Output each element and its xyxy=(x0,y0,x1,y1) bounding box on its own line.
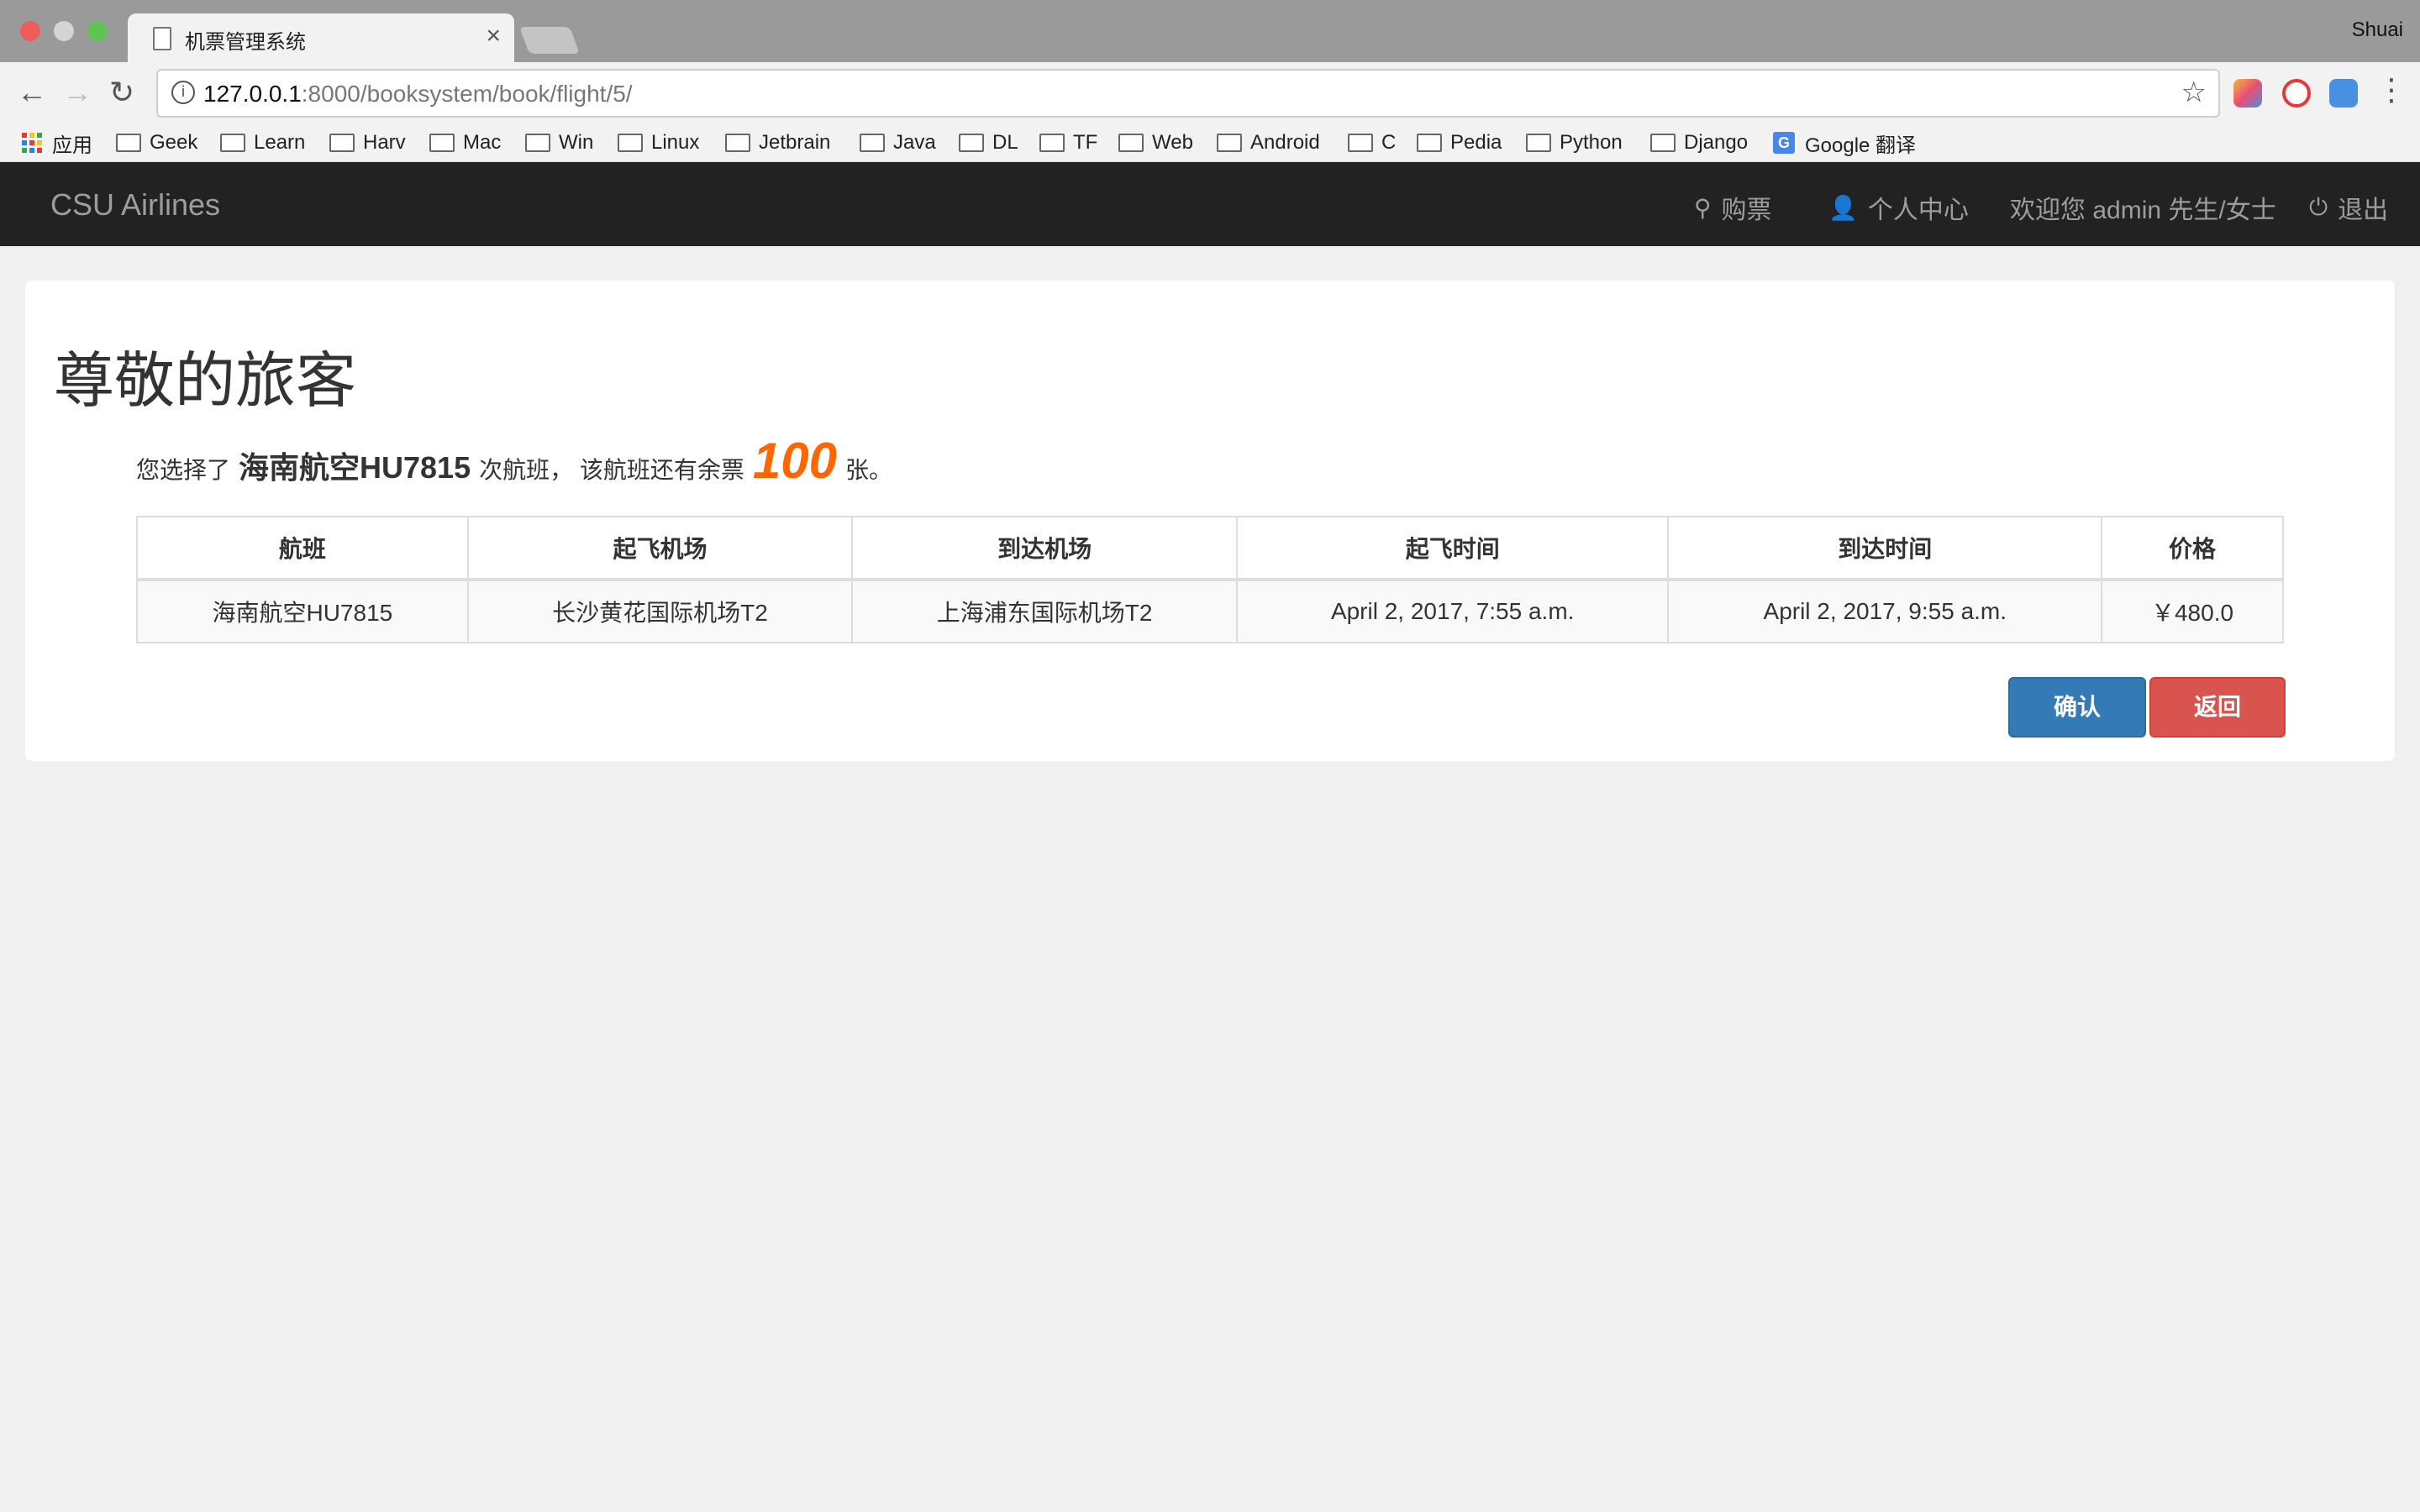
apps-grid-icon xyxy=(22,133,42,153)
departure-time-cell: April 2, 2017, 7:55 a.m. xyxy=(1235,579,1670,643)
flight-table: 航班 起飞机场 到达机场 起飞时间 到达时间 价格 海南航空HU7815 长沙黄… xyxy=(136,516,2284,643)
table-header-row: 航班 起飞机场 到达机场 起飞时间 到达时间 价格 xyxy=(136,516,2284,581)
column-header: 航班 xyxy=(136,516,469,581)
folder-icon xyxy=(329,134,355,152)
folder-icon xyxy=(959,134,984,152)
bookmark-google-translate[interactable]: G Google 翻译 xyxy=(1773,128,1916,158)
tab-title: 机票管理系统 xyxy=(185,31,306,54)
brand-link[interactable]: CSU Airlines xyxy=(50,187,220,223)
confirm-button[interactable]: 确认 xyxy=(2008,677,2146,738)
browser-tab-active[interactable]: 机票管理系统 × xyxy=(128,13,514,62)
nav-buy-tickets[interactable]: ⚲ 购票 xyxy=(1694,189,1772,226)
bookmark-folder[interactable]: Harv xyxy=(329,128,406,158)
page-title: 尊敬的旅客 xyxy=(54,348,357,415)
maximize-window-button[interactable] xyxy=(87,21,108,41)
folder-icon xyxy=(1526,134,1551,152)
back-button[interactable]: 返回 xyxy=(2149,677,2286,738)
arrival-airport-cell: 上海浦东国际机场T2 xyxy=(851,579,1238,643)
departure-airport-cell: 长沙黄花国际机场T2 xyxy=(466,579,854,643)
nav-logout[interactable]: ⏻ 退出 xyxy=(2309,189,2388,226)
bookmark-folder[interactable]: C xyxy=(1348,128,1396,158)
folder-icon xyxy=(525,134,550,152)
browser-menu-icon[interactable]: ⋮ xyxy=(2376,72,2407,108)
bookmark-folder[interactable]: TF xyxy=(1039,128,1097,158)
folder-icon xyxy=(1217,134,1242,152)
folder-icon xyxy=(1650,134,1676,152)
bookmark-folder[interactable]: Jetbrain xyxy=(725,128,830,158)
column-header: 到达机场 xyxy=(851,516,1238,581)
bookmark-folder[interactable]: Win xyxy=(525,128,593,158)
folder-icon xyxy=(1417,134,1442,152)
nav-welcome[interactable]: 欢迎您 admin 先生/女士 xyxy=(2010,189,2276,226)
forward-arrow-icon[interactable]: → xyxy=(62,76,92,109)
bookmark-folder[interactable]: Linux xyxy=(618,128,699,158)
minimize-window-button[interactable] xyxy=(54,21,74,41)
back-arrow-icon[interactable]: ← xyxy=(17,76,47,109)
bookmark-folder[interactable]: Learn xyxy=(220,128,305,158)
column-header: 起飞时间 xyxy=(1235,516,1670,581)
power-icon: ⏻ xyxy=(2309,193,2328,221)
folder-icon xyxy=(860,134,885,152)
folder-icon xyxy=(725,134,750,152)
bookmark-folder[interactable]: Geek xyxy=(116,128,197,158)
nav-profile[interactable]: 👤 个人中心 xyxy=(1828,189,1969,226)
opera-extension-icon[interactable] xyxy=(2282,79,2311,108)
user-icon: 👤 xyxy=(1828,193,1858,222)
new-tab-button[interactable] xyxy=(519,27,580,54)
table-row: 海南航空HU7815 长沙黄花国际机场T2 上海浦东国际机场T2 April 2… xyxy=(136,579,2284,643)
bookmark-star-icon[interactable]: ☆ xyxy=(2181,76,2207,109)
folder-icon xyxy=(618,134,643,152)
bookmark-folder[interactable]: Python xyxy=(1526,128,1623,158)
column-header: 起飞机场 xyxy=(466,516,854,581)
google-translate-icon: G xyxy=(1773,132,1795,154)
url-text[interactable]: 127.0.0.1:8000/booksystem/book/flight/5/ xyxy=(203,81,633,108)
booking-summary: 您选择了 海南航空HU7815 次航班， 该航班还有余票 100 张。 xyxy=(136,432,892,490)
site-navbar: CSU Airlines ⚲ 购票 👤 个人中心 欢迎您 admin 先生/女士… xyxy=(0,162,2420,246)
profile-name[interactable]: Shuai xyxy=(2352,18,2403,42)
folder-icon xyxy=(1039,134,1065,152)
bookmarks-bar: 应用 Geek Learn Harv Mac Win Linux Jetbrai… xyxy=(0,124,2420,162)
remaining-ticket-count: 100 xyxy=(752,433,837,489)
column-header: 到达时间 xyxy=(1667,516,2103,581)
browser-toolbar: ← → ↻ i 127.0.0.1:8000/booksystem/book/f… xyxy=(0,62,2420,124)
summary-prefix: 您选择了 xyxy=(136,457,231,483)
folder-icon xyxy=(1118,134,1144,152)
bookmark-folder[interactable]: Django xyxy=(1650,128,1748,158)
extension-icon[interactable] xyxy=(2329,79,2358,108)
folder-icon xyxy=(429,134,455,152)
info-icon[interactable]: i xyxy=(171,81,195,104)
browser-tab-strip: 机票管理系统 × Shuai xyxy=(0,0,2420,62)
tab-close-icon[interactable]: × xyxy=(486,22,501,50)
column-header: 价格 xyxy=(2101,516,2284,581)
selected-flight: 海南航空HU7815 xyxy=(239,450,471,485)
bookmark-folder[interactable]: Pedia xyxy=(1417,128,1502,158)
price-cell: ￥480.0 xyxy=(2101,579,2284,643)
address-bar[interactable]: i 127.0.0.1:8000/booksystem/book/flight/… xyxy=(156,69,2220,118)
bookmark-folder[interactable]: Web xyxy=(1118,128,1193,158)
summary-mid: 次航班， 该航班还有余票 xyxy=(479,457,744,483)
bookmark-folder[interactable]: Mac xyxy=(429,128,501,158)
bookmark-apps[interactable]: 应用 xyxy=(22,128,92,158)
page-icon xyxy=(153,27,171,50)
folder-icon xyxy=(1348,134,1373,152)
bookmark-folder[interactable]: Java xyxy=(860,128,936,158)
folder-icon xyxy=(116,134,141,152)
extension-icon[interactable] xyxy=(2233,79,2262,108)
booking-panel: 尊敬的旅客 您选择了 海南航空HU7815 次航班， 该航班还有余票 100 张… xyxy=(25,281,2395,761)
reload-icon[interactable]: ↻ xyxy=(109,76,134,109)
bookmark-folder[interactable]: DL xyxy=(959,128,1018,158)
flight-cell: 海南航空HU7815 xyxy=(136,579,469,643)
arrival-time-cell: April 2, 2017, 9:55 a.m. xyxy=(1667,579,2103,643)
folder-icon xyxy=(220,134,245,152)
bookmark-folder[interactable]: Android xyxy=(1217,128,1320,158)
summary-suffix: 张。 xyxy=(845,457,893,483)
search-icon: ⚲ xyxy=(1694,193,1712,222)
close-window-button[interactable] xyxy=(20,21,40,41)
